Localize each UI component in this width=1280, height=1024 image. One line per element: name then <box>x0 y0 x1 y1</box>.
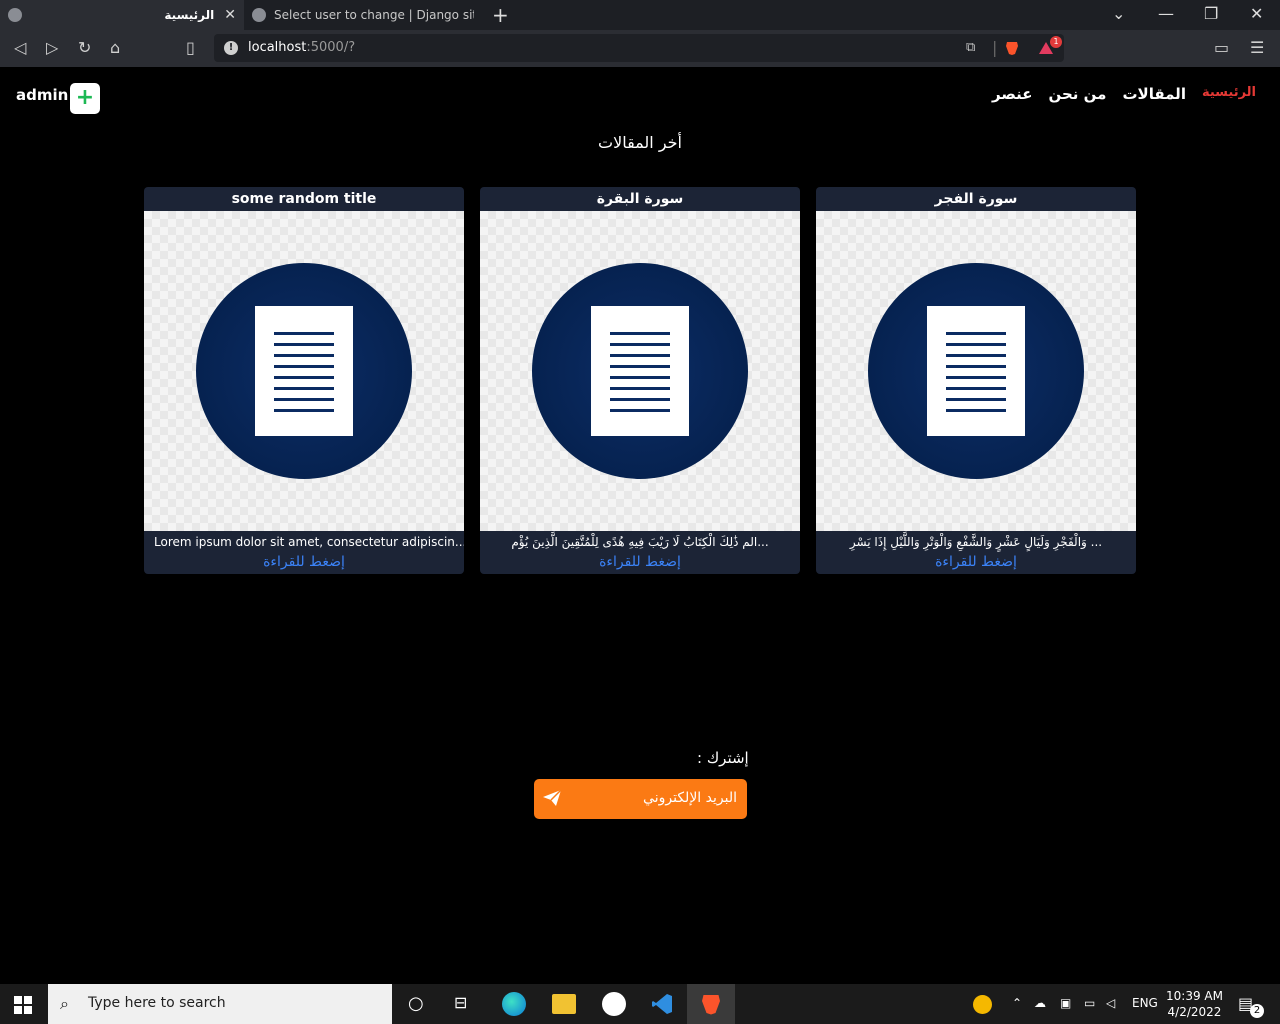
onedrive-icon[interactable]: ☁ <box>1034 996 1046 1010</box>
clock-date: 4/2/2022 <box>1167 1005 1222 1019</box>
nav-item-home[interactable]: الرئيسية <box>1202 85 1256 103</box>
forward-icon[interactable]: ▷ <box>46 38 58 57</box>
rewards-badge: 1 <box>1050 36 1062 48</box>
read-more-link[interactable]: إضغط للقراءة <box>480 553 800 571</box>
globe-icon <box>8 8 22 22</box>
minimize-icon[interactable]: — <box>1158 4 1174 23</box>
new-tab-icon[interactable]: + <box>492 3 509 27</box>
globe-icon <box>252 8 266 22</box>
user-name-link[interactable]: admin <box>16 86 68 104</box>
nav-item-element[interactable]: عنصر <box>992 85 1032 103</box>
vscode-icon[interactable] <box>650 992 674 1016</box>
tab-django-admin[interactable]: Select user to change | Django site ad <box>244 0 482 30</box>
task-view-icon[interactable]: ⊟ <box>454 993 467 1012</box>
read-more-link[interactable]: إضغط للقراءة <box>816 553 1136 571</box>
taskbar-search-box[interactable]: ⌕ Type here to search <box>48 984 392 1024</box>
tab-search-chevron-icon[interactable]: ⌄ <box>1112 4 1125 23</box>
taskbar-clock[interactable]: 10:39 AM 4/2/2022 <box>1166 988 1223 1020</box>
url-rest: :5000/? <box>306 40 356 55</box>
add-article-button[interactable]: + <box>70 83 100 114</box>
read-more-link[interactable]: إضغط للقراءة <box>144 553 464 571</box>
browser-tab-bar: الرئيسية ✕ Select user to change | Djang… <box>0 0 1280 30</box>
omnibox-divider: | <box>992 38 998 57</box>
bookmark-icon[interactable]: ▯ <box>186 38 195 57</box>
notification-count-badge: 2 <box>1250 1004 1264 1018</box>
volume-icon[interactable]: ◁ <box>1106 996 1115 1010</box>
weather-icon[interactable] <box>973 995 992 1014</box>
subscribe-email-button[interactable]: البريد الإلكتروني <box>534 779 747 819</box>
translate-icon[interactable]: ⧉ <box>966 40 975 55</box>
article-excerpt: ... وَالْفَجْرِ وَلَيَالٍ عَشْرٍ وَالشَّ… <box>849 535 1103 549</box>
close-tab-icon[interactable]: ✕ <box>224 7 236 23</box>
url-host: localhost <box>248 40 307 55</box>
document-icon <box>255 306 353 436</box>
taskbar-search-placeholder: Type here to search <box>88 995 226 1011</box>
article-excerpt: Lorem ipsum dolor sit amet, consectetur … <box>154 535 464 549</box>
web-page: الرئيسية المقالات من نحن عنصر admin + أخ… <box>0 67 1280 984</box>
app-icon[interactable] <box>602 992 626 1016</box>
edge-browser-icon[interactable] <box>502 992 526 1016</box>
clock-time: 10:39 AM <box>1166 989 1223 1003</box>
address-bar[interactable]: ! localhost:5000/? ⧉ | 1 <box>214 34 1064 62</box>
document-icon <box>927 306 1025 436</box>
paper-plane-icon <box>543 789 562 806</box>
menu-icon[interactable]: ☰ <box>1250 38 1264 57</box>
brave-shields-icon[interactable] <box>1004 40 1020 56</box>
home-icon[interactable]: ⌂ <box>110 38 120 57</box>
article-title: سورة الفجر <box>934 191 1018 207</box>
url-text: localhost:5000/? <box>248 40 355 55</box>
article-card: سورة الفجر ... وَالْفَجْرِ وَلَيَالٍ عَش… <box>816 187 1136 574</box>
subscribe-button-label: البريد الإلكتروني <box>643 790 737 806</box>
subscribe-label: إشترك : <box>697 749 749 767</box>
article-title: some random title <box>231 191 377 207</box>
article-image <box>816 211 1136 531</box>
section-title: أخر المقالات <box>598 133 682 152</box>
file-explorer-icon[interactable] <box>552 994 576 1014</box>
article-title: سورة البقرة <box>596 191 684 207</box>
article-card: سورة البقرة ...الم ذَٰلِكَ الْكِتَابُ لَ… <box>480 187 800 574</box>
tab-title: الرئيسية <box>164 8 215 22</box>
article-image <box>480 211 800 531</box>
wallet-icon[interactable]: ▭ <box>1214 38 1229 57</box>
back-icon[interactable]: ◁ <box>14 38 26 57</box>
site-info-icon[interactable]: ! <box>224 41 238 55</box>
windows-start-icon[interactable] <box>14 996 32 1014</box>
tab-title: Select user to change | Django site ad <box>274 8 474 22</box>
main-nav: الرئيسية المقالات من نحن عنصر <box>992 85 1256 103</box>
article-image <box>144 211 464 531</box>
brave-browser-icon[interactable] <box>699 992 723 1016</box>
meet-now-icon[interactable]: ▣ <box>1060 996 1071 1010</box>
document-icon <box>591 306 689 436</box>
maximize-icon[interactable]: ❐ <box>1204 4 1218 23</box>
network-icon[interactable]: ▭ <box>1084 996 1095 1010</box>
nav-item-about[interactable]: من نحن <box>1049 85 1107 103</box>
language-indicator[interactable]: ENG <box>1132 996 1158 1010</box>
tab-home[interactable]: الرئيسية ✕ <box>0 0 244 30</box>
search-icon: ⌕ <box>60 994 69 1013</box>
show-hidden-icons-icon[interactable]: ⌃ <box>1012 996 1022 1010</box>
reload-icon[interactable]: ↻ <box>78 38 91 57</box>
windows-taskbar: ⌕ Type here to search ○ ⊟ ⌃ ☁ ▣ ▭ ◁ ENG … <box>0 984 1280 1024</box>
cortana-icon[interactable]: ○ <box>408 993 424 1014</box>
article-card: some random title Lorem ipsum dolor sit … <box>144 187 464 574</box>
nav-item-articles[interactable]: المقالات <box>1122 85 1186 103</box>
article-excerpt: ...الم ذَٰلِكَ الْكِتَابُ لَا رَيْبَ فِي… <box>511 535 769 549</box>
close-window-icon[interactable]: ✕ <box>1250 4 1263 23</box>
browser-toolbar: ◁ ▷ ↻ ⌂ ▯ ! localhost:5000/? ⧉ | 1 ▭ ☰ <box>0 30 1280 67</box>
